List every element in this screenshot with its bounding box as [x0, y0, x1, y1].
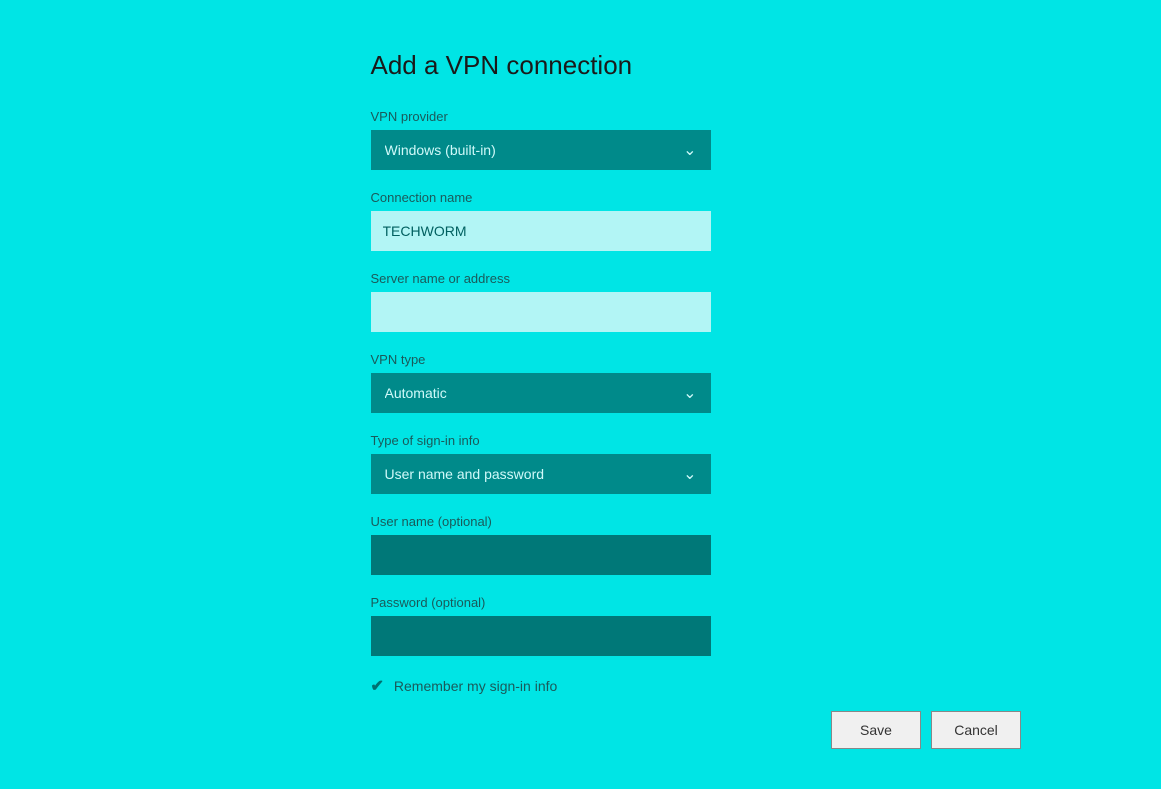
save-button[interactable]: Save: [831, 711, 921, 749]
page-title: Add a VPN connection: [371, 50, 791, 81]
server-name-input[interactable]: [371, 292, 711, 332]
vpn-type-dropdown-wrapper: AutomaticPPTPL2TP/IPsecSSTPIKEv2 ⌄: [371, 373, 711, 413]
vpn-provider-dropdown-wrapper: Windows (built-in) ⌄: [371, 130, 711, 170]
password-label: Password (optional): [371, 595, 791, 610]
button-row: Save Cancel: [831, 711, 1021, 749]
username-input[interactable]: [371, 535, 711, 575]
connection-name-label: Connection name: [371, 190, 791, 205]
password-group: Password (optional): [371, 595, 791, 656]
server-name-label: Server name or address: [371, 271, 791, 286]
vpn-provider-label: VPN provider: [371, 109, 791, 124]
vpn-provider-group: VPN provider Windows (built-in) ⌄: [371, 109, 791, 170]
vpn-type-group: VPN type AutomaticPPTPL2TP/IPsecSSTPIKEv…: [371, 352, 791, 413]
checkmark-icon: ✔: [371, 676, 384, 696]
cancel-button[interactable]: Cancel: [931, 711, 1021, 749]
server-name-group: Server name or address: [371, 271, 791, 332]
sign-in-type-group: Type of sign-in info User name and passw…: [371, 433, 791, 494]
password-input[interactable]: [371, 616, 711, 656]
form-container: Add a VPN connection VPN provider Window…: [331, 20, 831, 789]
vpn-type-label: VPN type: [371, 352, 791, 367]
remember-checkbox-row: ✔ Remember my sign-in info: [371, 676, 791, 696]
connection-name-group: Connection name: [371, 190, 791, 251]
remember-label: Remember my sign-in info: [394, 678, 557, 694]
connection-name-input[interactable]: [371, 211, 711, 251]
sign-in-type-dropdown-wrapper: User name and passwordCertificateSmart c…: [371, 454, 711, 494]
username-label: User name (optional): [371, 514, 791, 529]
username-group: User name (optional): [371, 514, 791, 575]
sign-in-type-select[interactable]: User name and passwordCertificateSmart c…: [371, 454, 711, 494]
vpn-type-select[interactable]: AutomaticPPTPL2TP/IPsecSSTPIKEv2: [371, 373, 711, 413]
vpn-provider-select[interactable]: Windows (built-in): [371, 130, 711, 170]
form-wrapper: Add a VPN connection VPN provider Window…: [0, 0, 1161, 789]
sign-in-type-label: Type of sign-in info: [371, 433, 791, 448]
